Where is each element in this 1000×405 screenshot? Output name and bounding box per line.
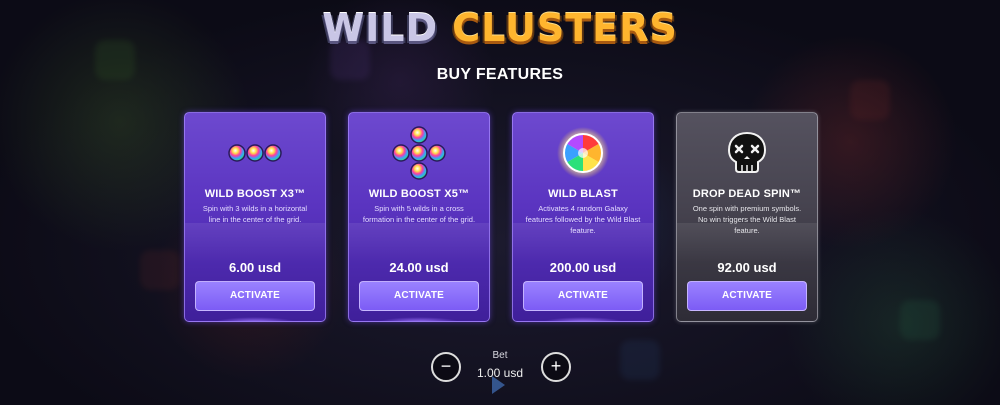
logo-word-clusters: CLUSTERS [452,6,678,50]
feature-description: One spin with premium symbols. No win tr… [692,204,802,235]
game-logo: WILD CLUSTERS [0,6,1000,50]
increase-bet-button[interactable]: + [541,352,571,382]
feature-card-wild-boost-x3: WILD BOOST X3™ Spin with 3 wilds in a ho… [184,112,326,322]
feature-card-wild-boost-x5: WILD BOOST X5™ Spin with 5 wilds in a cr… [348,112,490,322]
activate-button[interactable]: ACTIVATE [523,281,643,311]
rainbow-orb-icon [513,127,653,179]
bet-label: Bet [492,350,508,361]
blurred-game-background [0,0,1000,405]
activate-button[interactable]: ACTIVATE [195,281,315,311]
cross-wild-orbs-icon [349,126,489,180]
skull-icon [677,127,817,179]
feature-title: WILD BOOST X5™ [368,188,470,200]
feature-title: WILD BOOST X3™ [204,188,306,200]
feature-card-drop-dead-spin: DROP DEAD SPIN™ One spin with premium sy… [676,112,818,322]
feature-title: DROP DEAD SPIN™ [692,188,802,200]
decrease-bet-button[interactable]: − [431,352,461,382]
feature-price: 92.00 usd [717,260,777,275]
three-wild-orbs-icon [185,127,325,179]
feature-price: 6.00 usd [228,260,282,275]
feature-description: Activates 4 random Galaxy features follo… [525,204,641,235]
feature-title: WILD BLAST [548,188,618,200]
feature-card-wild-blast: WILD BLAST Activates 4 random Galaxy fea… [512,112,654,322]
logo-word-wild: WILD [322,6,439,50]
play-icon [492,376,505,394]
feature-price: 24.00 usd [389,260,449,275]
feature-description: Spin with 3 wilds in a horizontal line i… [202,204,308,224]
feature-price: 200.00 usd [549,260,617,275]
page-title: BUY FEATURES [436,66,564,83]
bet-controls: − Bet 1.00 usd + [0,348,1000,405]
feature-description: Spin with 5 wilds in a cross formation i… [362,204,476,224]
activate-button[interactable]: ACTIVATE [359,281,479,311]
activate-button[interactable]: ACTIVATE [687,281,807,311]
